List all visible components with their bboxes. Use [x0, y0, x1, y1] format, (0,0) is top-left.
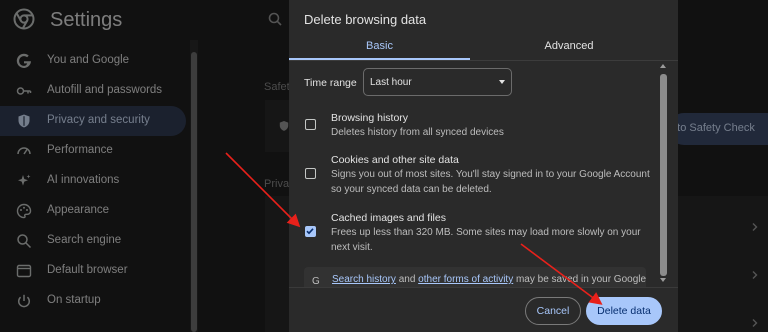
- google-g-icon: G: [312, 276, 320, 287]
- delete-data-button[interactable]: Delete data: [586, 297, 662, 325]
- cached-images-title: Cached images and files: [331, 212, 446, 224]
- other-activity-link[interactable]: other forms of activity: [418, 274, 513, 285]
- tab-basic[interactable]: Basic: [289, 34, 470, 60]
- dialog-scroll-thumb[interactable]: [660, 74, 667, 276]
- dropdown-caret-icon: [499, 80, 505, 84]
- tab-advanced[interactable]: Advanced: [470, 34, 668, 60]
- cached-images-checkbox[interactable]: [305, 226, 316, 237]
- browsing-history-checkbox[interactable]: [305, 119, 316, 130]
- dialog-scrollbar[interactable]: [659, 62, 668, 287]
- scroll-down-arrow-icon[interactable]: [660, 278, 666, 282]
- cached-images-desc: Frees up less than 320 MB. Some sites ma…: [331, 227, 641, 253]
- footer-divider: [289, 287, 678, 288]
- checkmark-icon: [306, 228, 314, 235]
- info-connector: and: [395, 274, 419, 285]
- cookies-title: Cookies and other site data: [331, 154, 459, 166]
- activity-info-box: G Search history and other forms of acti…: [304, 267, 646, 287]
- scroll-up-arrow-icon[interactable]: [660, 64, 666, 68]
- browsing-history-title: Browsing history: [331, 112, 409, 124]
- search-history-link[interactable]: Search history: [332, 274, 396, 285]
- info-rest: may be saved in your Google: [513, 274, 646, 285]
- cookies-checkbox[interactable]: [305, 168, 316, 179]
- time-range-value: Last hour: [370, 77, 412, 88]
- delete-browsing-data-dialog: Delete browsing data Basic Advanced Time…: [289, 0, 678, 332]
- time-range-select[interactable]: Last hour: [363, 68, 512, 96]
- cookies-desc: Signs you out of most sites. You'll stay…: [331, 169, 650, 195]
- activity-info-text: Search history and other forms of activi…: [332, 274, 646, 285]
- browsing-history-desc: Deletes history from all synced devices: [331, 127, 504, 138]
- dialog-title: Delete browsing data: [304, 12, 427, 27]
- cancel-button[interactable]: Cancel: [525, 297, 581, 325]
- tab-divider: [289, 60, 678, 61]
- time-range-label: Time range: [304, 77, 357, 89]
